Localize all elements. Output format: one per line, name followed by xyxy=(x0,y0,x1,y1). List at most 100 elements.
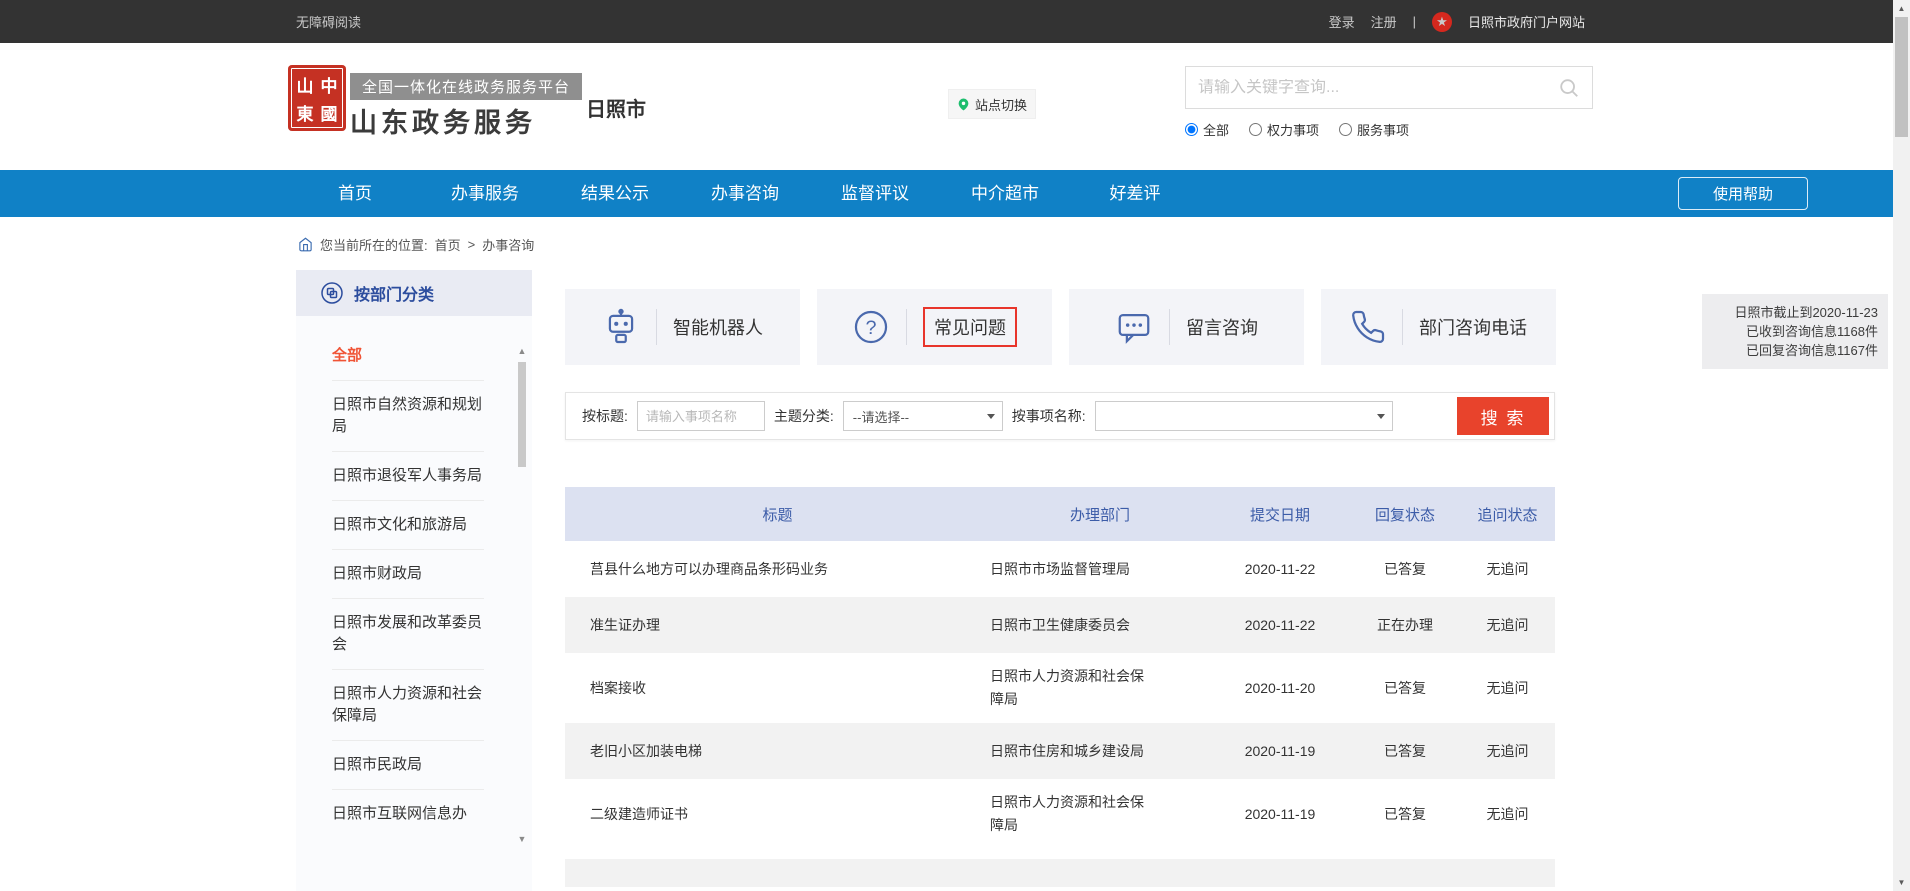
title-filter-input[interactable] xyxy=(637,401,765,431)
consult-channels: 智能机器人 ? 常见问题 留言咨询 xyxy=(565,289,1556,365)
brand-title: 山东政务服务 xyxy=(350,101,536,140)
cell-date: 2020-11-20 xyxy=(1210,680,1350,696)
search-button[interactable]: 搜 索 xyxy=(1457,397,1549,435)
scroll-up-icon[interactable]: ▲ xyxy=(516,346,528,358)
help-button[interactable]: 使用帮助 xyxy=(1678,177,1808,210)
scope-label: 全部 xyxy=(1203,120,1229,139)
question-icon: ? xyxy=(852,308,890,346)
item-select[interactable] xyxy=(1095,401,1393,431)
scope-all[interactable]: 全部 xyxy=(1185,120,1229,139)
scope-label: 权力事项 xyxy=(1267,120,1319,139)
stats-line: 已收到咨询信息1168件 xyxy=(1712,322,1878,341)
nav-item-rating[interactable]: 好差评 xyxy=(1070,170,1200,217)
filter-bar: 按标题: 主题分类: --请选择-- 按事项名称: 搜 索 xyxy=(565,392,1555,440)
scope-service[interactable]: 服务事项 xyxy=(1339,120,1409,139)
sidebar-header: 按部门分类 xyxy=(296,270,532,316)
cell-title[interactable]: 老旧小区加装电梯 xyxy=(565,741,990,761)
sidebar-scroll-thumb[interactable] xyxy=(518,362,526,467)
cell-reply-status: 已答复 xyxy=(1350,741,1460,761)
dept-text: 日照市人力资源和社会保障局 xyxy=(990,665,1150,711)
cell-follow-status: 无追问 xyxy=(1460,678,1555,698)
sidebar-item-human-resources[interactable]: 日照市人力资源和社会保障局 xyxy=(332,670,484,741)
cell-title[interactable]: 准生证办理 xyxy=(565,615,990,635)
col-dept: 办理部门 xyxy=(990,504,1210,525)
nav-item-agency[interactable]: 中介超市 xyxy=(940,170,1070,217)
nav-item-home[interactable]: 首页 xyxy=(290,170,420,217)
channel-message[interactable]: 留言咨询 xyxy=(1069,289,1304,365)
table-header-row: 标题 办理部门 提交日期 回复状态 追问状态 xyxy=(565,487,1555,541)
channel-phone[interactable]: 部门咨询电话 xyxy=(1321,289,1556,365)
cell-title[interactable]: 二级建造师证书 xyxy=(565,804,990,824)
scope-all-radio[interactable] xyxy=(1185,123,1198,136)
cell-date: 2020-11-19 xyxy=(1210,806,1350,822)
scope-power-radio[interactable] xyxy=(1249,123,1262,136)
channel-smart-robot[interactable]: 智能机器人 xyxy=(565,289,800,365)
accessibility-link[interactable]: 无障碍阅读 xyxy=(296,12,361,31)
cell-title[interactable]: 档案接收 xyxy=(565,678,990,698)
topic-select[interactable]: --请选择-- xyxy=(843,401,1003,431)
topic-select-value: --请选择-- xyxy=(853,407,909,426)
breadcrumb-current[interactable]: 办事咨询 xyxy=(482,235,534,254)
search-icon[interactable] xyxy=(1558,77,1580,99)
divider xyxy=(906,309,907,345)
divider xyxy=(1169,309,1170,345)
keyword-search-input[interactable] xyxy=(1198,79,1558,97)
divider xyxy=(1402,309,1403,345)
sidebar-item-civil-affairs[interactable]: 日照市民政局 xyxy=(332,741,484,790)
category-icon xyxy=(320,281,344,305)
scroll-up-icon[interactable]: ▲ xyxy=(1893,0,1910,17)
sidebar-body: 全部 日照市自然资源和规划局 日照市退役军人事务局 日照市文化和旅游局 日照市财… xyxy=(296,316,532,891)
seal-char: 東 xyxy=(297,100,314,125)
cell-title[interactable]: 莒县什么地方可以办理商品条形码业务 xyxy=(565,559,990,579)
register-link[interactable]: 注册 xyxy=(1371,12,1397,31)
login-link[interactable]: 登录 xyxy=(1329,12,1355,31)
cell-reply-status: 已答复 xyxy=(1350,678,1460,698)
nav-item-services[interactable]: 办事服务 xyxy=(420,170,550,217)
sidebar-item-natural-resources[interactable]: 日照市自然资源和规划局 xyxy=(332,381,484,452)
page-scrollbar[interactable]: ▲ ▼ xyxy=(1893,0,1910,891)
dept-text: 日照市卫生健康委员会 xyxy=(990,614,1150,637)
sidebar-scrollbar[interactable]: ▲ ▼ xyxy=(516,346,528,846)
seal-char: 中 xyxy=(321,72,338,97)
table-row[interactable]: 二级建造师证书 日照市人力资源和社会保障局 2020-11-19 已答复 无追问 xyxy=(565,779,1555,849)
title-filter-label: 按标题: xyxy=(582,406,628,426)
sidebar-item-culture-tourism[interactable]: 日照市文化和旅游局 xyxy=(332,501,484,550)
site-switch-label: 站点切换 xyxy=(975,95,1027,114)
col-reply: 回复状态 xyxy=(1350,504,1460,525)
portal-link[interactable]: 日照市政府门户网站 xyxy=(1468,12,1585,31)
sidebar-item-all[interactable]: 全部 xyxy=(332,332,484,381)
table-row[interactable]: 档案接收 日照市人力资源和社会保障局 2020-11-20 已答复 无追问 xyxy=(565,653,1555,723)
breadcrumb-sep: > xyxy=(468,237,476,252)
scope-power[interactable]: 权力事项 xyxy=(1249,120,1319,139)
page-scroll-thumb[interactable] xyxy=(1895,17,1908,137)
cell-dept: 日照市卫生健康委员会 xyxy=(990,614,1210,637)
scope-service-radio[interactable] xyxy=(1339,123,1352,136)
nav-item-supervision[interactable]: 监督评议 xyxy=(810,170,940,217)
table-row[interactable]: 准生证办理 日照市卫生健康委员会 2020-11-22 正在办理 无追问 xyxy=(565,597,1555,653)
sidebar-item-finance[interactable]: 日照市财政局 xyxy=(332,550,484,599)
scroll-down-icon[interactable]: ▼ xyxy=(516,834,528,846)
nav-item-consult[interactable]: 办事咨询 xyxy=(680,170,810,217)
table-row[interactable]: 莒县什么地方可以办理商品条形码业务 日照市市场监督管理局 2020-11-22 … xyxy=(565,541,1555,597)
breadcrumb-home[interactable]: 首页 xyxy=(435,235,461,254)
cell-dept: 日照市住房和城乡建设局 xyxy=(990,740,1210,763)
cell-reply-status: 已答复 xyxy=(1350,559,1460,579)
scroll-down-icon[interactable]: ▼ xyxy=(1893,874,1910,891)
sidebar-item-veterans[interactable]: 日照市退役军人事务局 xyxy=(332,452,484,501)
site-switch-button[interactable]: 站点切换 xyxy=(948,89,1036,119)
phone-icon xyxy=(1350,309,1386,345)
sidebar-title: 按部门分类 xyxy=(354,281,434,305)
sidebar-item-internet-info[interactable]: 日照市互联网信息办 xyxy=(332,790,484,838)
top-bar: 无障碍阅读 登录 注册 | ★ 日照市政府门户网站 xyxy=(0,0,1893,43)
platform-tag: 全国一体化在线政务服务平台 xyxy=(350,73,582,100)
breadcrumb: 您当前所在的位置: 首页 > 办事咨询 xyxy=(298,228,534,260)
keyword-search-box xyxy=(1185,66,1593,109)
table-row[interactable]: 老旧小区加装电梯 日照市住房和城乡建设局 2020-11-19 已答复 无追问 xyxy=(565,723,1555,779)
cell-follow-status: 无追问 xyxy=(1460,741,1555,761)
cell-dept: 日照市市场监督管理局 xyxy=(990,558,1210,581)
channel-faq[interactable]: ? 常见问题 xyxy=(817,289,1052,365)
nav-item-results[interactable]: 结果公示 xyxy=(550,170,680,217)
breadcrumb-prefix: 您当前所在的位置: xyxy=(320,235,428,254)
channel-label: 部门咨询电话 xyxy=(1419,314,1527,340)
sidebar-item-development-reform[interactable]: 日照市发展和改革委员会 xyxy=(332,599,484,670)
